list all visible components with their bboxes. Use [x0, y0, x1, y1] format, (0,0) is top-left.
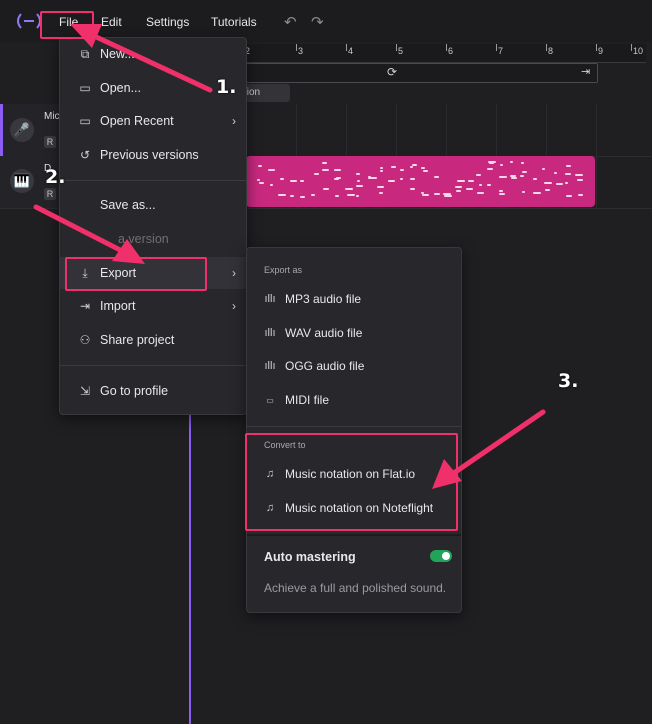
step-2-label: 2.	[45, 166, 66, 188]
step-3-label: 3.	[558, 370, 579, 392]
annotation-arrows	[33, 24, 546, 489]
step-1-label: 1.	[216, 76, 237, 98]
